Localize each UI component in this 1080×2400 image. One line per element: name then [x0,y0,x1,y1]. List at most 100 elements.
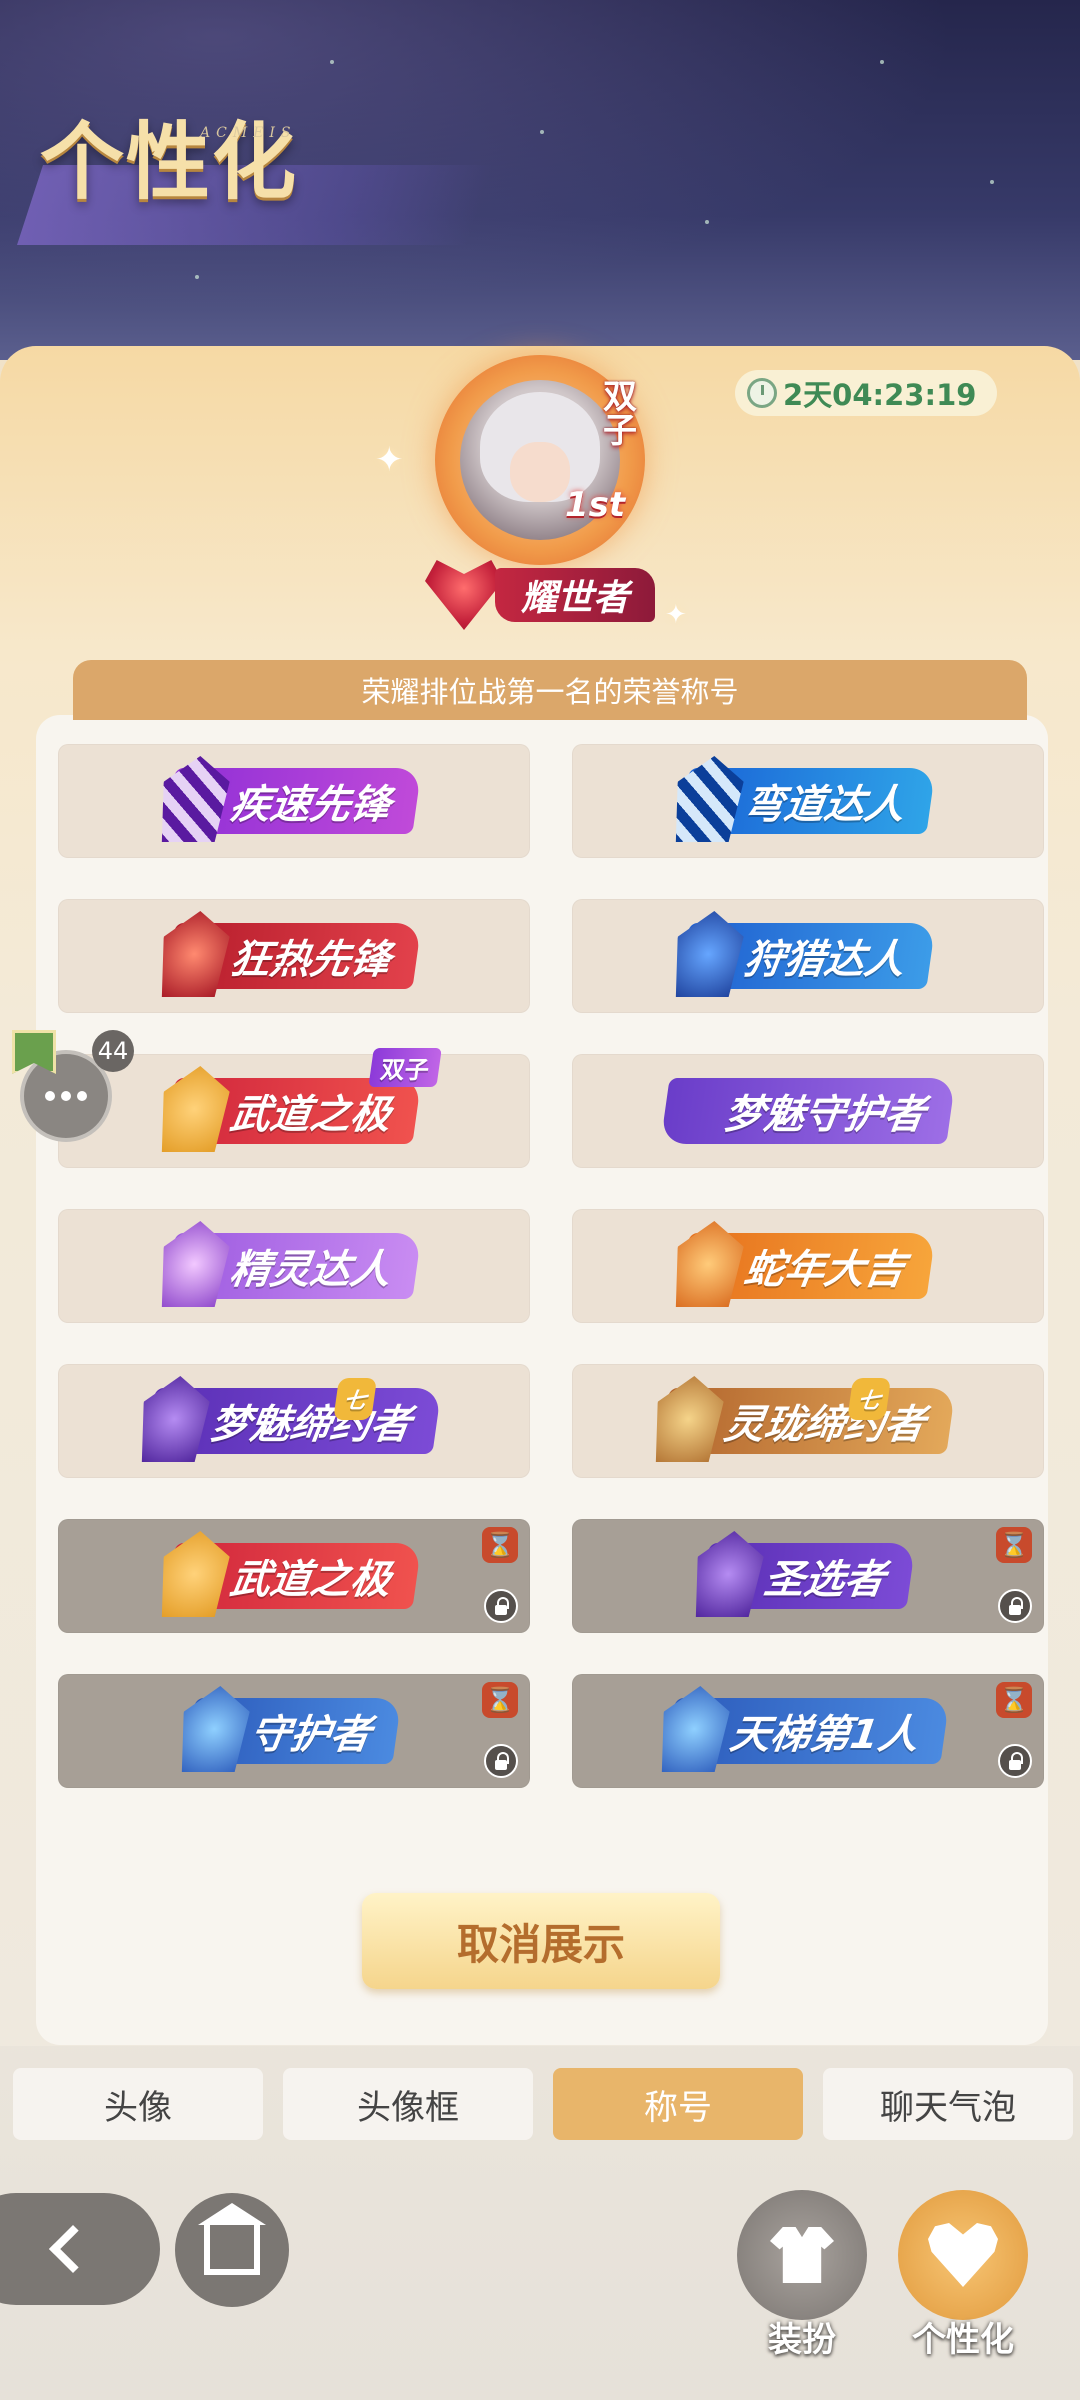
lock-icon [998,1589,1032,1623]
star [540,130,544,134]
title-label: 梦魅守护者 [721,1092,928,1138]
title-label: 疾速先锋 [227,782,394,828]
current-title-label: 耀世者 [495,568,655,622]
title-card[interactable]: 灵珑缔约者七 [572,1364,1044,1478]
title-emblem-icon [155,1531,233,1617]
title-emblem-icon [175,1686,253,1772]
title-badge: 狩猎达人 [680,923,936,989]
back-button[interactable] [0,2193,160,2305]
title-card[interactable]: 疾速先锋 [58,744,530,858]
hourglass-icon: ⌛ [996,1682,1032,1718]
title-label: 天梯第1人 [727,1712,922,1758]
hourglass-icon: ⌛ [482,1527,518,1563]
star [330,60,334,64]
countdown-text: 2天04:23:19 [783,378,977,412]
title-card[interactable]: 弯道达人 [572,744,1044,858]
lock-icon [484,1589,518,1623]
title-card[interactable]: 圣选者 ⌛ [572,1519,1044,1633]
cancel-display-button[interactable]: 取消展示 [362,1893,720,1989]
title-emblem-icon [669,911,747,997]
hourglass-icon: ⌛ [482,1682,518,1718]
page-title-sub: ACMEIS [200,125,297,141]
title-card[interactable]: 梦魅缔约者七 [58,1364,530,1478]
title-emblem-icon [155,1066,233,1152]
star [990,180,994,184]
dress-up-label: 装扮 [768,2320,836,2360]
page-title: 个性化 ACMEIS [17,95,493,245]
current-title-badge: 耀世者 [425,560,655,630]
title-badge: 灵珑缔约者七 [660,1388,956,1454]
page-title-text: 个性化 [40,112,299,211]
title-label: 蛇年大吉 [741,1247,908,1293]
title-badge: 圣选者 [700,1543,916,1609]
title-label: 梦魅缔约者 [207,1402,414,1448]
tab-chat-bubble[interactable]: 聊天气泡 [823,2068,1073,2140]
title-emblem-icon [649,1376,727,1462]
crest-icon [425,560,503,630]
title-emblem-icon [155,1221,233,1307]
sparkle-icon: ✦ [375,440,404,480]
title-emblem-icon [689,1531,767,1617]
tab-title[interactable]: 称号 [553,2068,803,2140]
title-badge: 梦魅缔约者七 [146,1388,442,1454]
tab-avatar[interactable]: 头像 [13,2068,263,2140]
star [195,275,199,279]
title-badge: 梦魅守护者 [660,1078,956,1144]
chat-count-badge: 44 [92,1030,134,1072]
title-badge: 狂热先锋 [166,923,422,989]
hourglass-icon: ⌛ [996,1527,1032,1563]
title-card[interactable]: 天梯第1人 ⌛ [572,1674,1044,1788]
title-card[interactable]: 狂热先锋 [58,899,530,1013]
title-card[interactable]: 武道之极 双子 [58,1048,530,1168]
title-label: 武道之极 [227,1092,394,1138]
shirt-icon [770,2227,834,2283]
chevron-left-icon [48,2224,98,2274]
lock-icon [484,1744,518,1778]
title-badge: 武道之极 双子 [166,1048,442,1144]
title-card[interactable]: 狩猎达人 [572,899,1044,1013]
title-card[interactable]: 武道之极 ⌛ [58,1519,530,1633]
home-icon [204,2225,260,2275]
title-badge: 精灵达人 [166,1233,422,1299]
title-label: 圣选者 [761,1557,888,1603]
title-badge: 守护者 [186,1698,402,1764]
title-emblem-icon [669,756,747,842]
title-label: 守护者 [247,1712,374,1758]
title-card[interactable]: 精灵达人 [58,1209,530,1323]
title-badge: 弯道达人 [680,768,936,834]
avatar-rank: 1st [565,485,626,525]
tab-avatar-frame[interactable]: 头像框 [283,2068,533,2140]
title-emblem-icon [655,1686,733,1772]
clock-icon [747,378,777,408]
title-grid: 疾速先锋 弯道达人 狂热先锋 狩猎达人 武道之极 双子 梦魅守护者 精灵达人 蛇年大吉 梦魅缔约者… [58,744,1046,1856]
limited-badge-icon: 七 [847,1378,892,1420]
dress-up-button[interactable] [737,2190,867,2320]
title-emblem-icon [135,1376,213,1462]
title-label: 弯道达人 [741,782,908,828]
title-label: 狂热先锋 [227,937,394,983]
title-label: 武道之极 [227,1557,394,1603]
title-badge: 武道之极 [166,1543,422,1609]
sparkle-icon: ✦ [665,600,687,630]
avatar-tag: 双子 [603,377,637,451]
star [880,60,884,64]
title-card[interactable]: 蛇年大吉 [572,1209,1044,1323]
title-badge: 蛇年大吉 [680,1233,936,1299]
lock-icon [998,1744,1032,1778]
chat-widget[interactable]: 44 [12,1030,134,1142]
limited-badge-icon: 七 [333,1378,378,1420]
title-label: 灵珑缔约者 [721,1402,928,1448]
star [705,220,709,224]
home-button[interactable] [175,2193,289,2307]
heart-icon [928,2223,998,2287]
category-tabs: 头像 头像框 称号 聊天气泡 [13,2068,1073,2140]
title-card[interactable]: 守护者 ⌛ [58,1674,530,1788]
title-label: 狩猎达人 [741,937,908,983]
personalize-label: 个性化 [912,2320,1014,2360]
title-sub-tag: 双子 [368,1048,442,1087]
avatar-face-skin [510,442,570,502]
title-card[interactable]: 梦魅守护者 [572,1054,1044,1168]
title-description: 荣耀排位战第一名的荣誉称号 [73,660,1027,720]
personalize-button[interactable] [898,2190,1028,2320]
title-badge: 天梯第1人 [666,1698,950,1764]
